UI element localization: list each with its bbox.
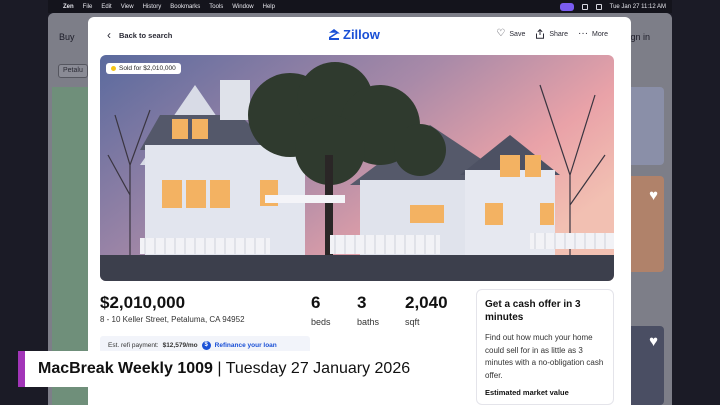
modal-actions: ♡ Save Share ··· More xyxy=(496,29,608,39)
baths-value: 3 xyxy=(357,293,367,312)
show-title: MacBreak Weekly 1009 xyxy=(38,360,213,377)
refinance-link[interactable]: Refinance your loan xyxy=(215,342,277,349)
overlay-separator: | xyxy=(212,360,226,377)
refi-prefix: Est. refi payment: xyxy=(108,341,159,349)
save-button[interactable]: ♡ Save xyxy=(496,29,525,39)
menu-window[interactable]: Window xyxy=(232,4,253,10)
more-icon: ··· xyxy=(578,28,589,39)
control-center-icon[interactable] xyxy=(595,3,602,10)
bg-nav-buy: Buy xyxy=(59,32,75,42)
more-button[interactable]: ··· More xyxy=(578,29,608,39)
stat-beds: 6 beds xyxy=(311,293,331,327)
sqft-value: 2,040 xyxy=(405,293,448,312)
bg-nav-sign-in: ign in xyxy=(628,32,650,42)
stat-sqft: 2,040 sqft xyxy=(405,293,448,327)
back-to-search-button[interactable]: ‹ Back to search xyxy=(107,29,172,41)
menu-tools[interactable]: Tools xyxy=(209,4,223,10)
show-date: Tuesday 27 January 2026 xyxy=(225,360,411,377)
refi-amount: $12,579/mo xyxy=(162,341,198,349)
heart-icon: ♡ xyxy=(496,28,506,39)
more-label: More xyxy=(592,30,608,38)
share-label: Share xyxy=(549,30,569,38)
overlay-text: MacBreak Weekly 1009 | Tuesday 27 Januar… xyxy=(25,360,410,378)
listing-price: $2,010,000 xyxy=(100,293,186,312)
status-icon[interactable] xyxy=(581,3,588,10)
share-icon xyxy=(536,29,545,39)
bg-listing-card xyxy=(626,176,664,272)
sold-status-dot-icon xyxy=(111,66,116,71)
share-button[interactable]: Share xyxy=(535,29,568,39)
zillow-logo-icon xyxy=(329,29,340,40)
beds-value: 6 xyxy=(311,293,321,312)
listing-address: 8 - 10 Keller Street, Petaluma, CA 94952 xyxy=(100,315,245,324)
bg-listing-card xyxy=(626,326,664,405)
bg-heart-icon: ♥ xyxy=(649,333,658,350)
menu-bookmarks[interactable]: Bookmarks xyxy=(170,4,200,10)
menu-bar: Zen File Edit View History Bookmarks Too… xyxy=(48,0,672,13)
sold-badge: Sold for $2,010,000 xyxy=(106,63,181,74)
menubar-clock[interactable]: Tue Jan 27 11:12 AM xyxy=(610,4,666,10)
menu-file[interactable]: File xyxy=(83,4,93,10)
house-photo-image xyxy=(100,55,614,281)
menu-history[interactable]: History xyxy=(143,4,162,10)
back-label: Back to search xyxy=(119,30,173,40)
chevron-left-icon: ‹ xyxy=(107,28,111,42)
estimated-market-value-label[interactable]: Estimated market value xyxy=(485,388,605,397)
lower-third-overlay: MacBreak Weekly 1009 | Tuesday 27 Januar… xyxy=(18,351,438,387)
dollar-icon: $ xyxy=(201,340,211,350)
accent-bar xyxy=(18,351,25,387)
menu-edit[interactable]: Edit xyxy=(101,4,111,10)
screen-record-icon[interactable] xyxy=(559,2,574,11)
cash-offer-card: Get a cash offer in 3 minutes Find out h… xyxy=(476,289,614,405)
bg-heart-icon: ♥ xyxy=(649,187,658,204)
cash-offer-title: Get a cash offer in 3 minutes xyxy=(485,299,581,323)
listing-modal: ‹ Back to search Zillow ♡ Save Share ··· xyxy=(88,17,631,405)
zillow-logo[interactable]: Zillow xyxy=(328,27,380,42)
menu-help[interactable]: Help xyxy=(263,4,275,10)
bg-listing-card xyxy=(626,87,664,165)
cash-offer-body: Find out how much your home could sell f… xyxy=(485,333,604,380)
beds-label: beds xyxy=(311,317,331,327)
zillow-logo-text: Zillow xyxy=(343,27,380,42)
bg-location-chip: Petalu xyxy=(58,64,88,78)
menu-view[interactable]: View xyxy=(121,4,134,10)
modal-header: ‹ Back to search Zillow ♡ Save Share ··· xyxy=(88,17,631,55)
menu-app-name[interactable]: Zen xyxy=(63,4,74,10)
sqft-label: sqft xyxy=(405,317,420,327)
stat-baths: 3 baths xyxy=(357,293,379,327)
baths-label: baths xyxy=(357,317,380,327)
listing-photo[interactable]: Sold for $2,010,000 xyxy=(100,55,614,281)
save-label: Save xyxy=(509,30,526,38)
sold-badge-text: Sold for $2,010,000 xyxy=(119,65,176,72)
